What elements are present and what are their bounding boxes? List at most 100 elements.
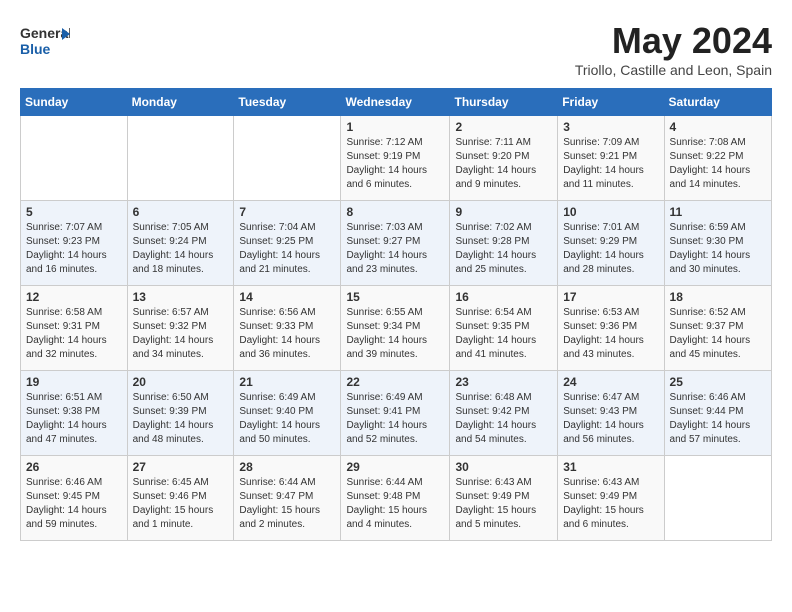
day-of-week-header: Friday (558, 89, 664, 116)
calendar-cell: 19 Sunrise: 6:51 AMSunset: 9:38 PMDayligh… (21, 371, 128, 456)
day-info: Sunrise: 6:44 AMSunset: 9:47 PMDaylight:… (239, 476, 335, 532)
day-info: Sunrise: 7:12 AMSunset: 9:19 PMDaylight:… (346, 136, 444, 192)
day-number: 27 (133, 460, 229, 474)
day-info: Sunrise: 7:11 AMSunset: 9:20 PMDaylight:… (455, 136, 552, 192)
calendar-cell: 21 Sunrise: 6:49 AMSunset: 9:40 PMDayligh… (234, 371, 341, 456)
calendar-cell (21, 116, 128, 201)
calendar-cell: 26 Sunrise: 6:46 AMSunset: 9:45 PMDayligh… (21, 456, 128, 541)
calendar-cell: 9Sunrise: 7:02 AMSunset: 9:28 PMDaylight… (450, 201, 558, 286)
day-number: 22 (346, 375, 444, 389)
day-info: Sunrise: 6:49 AMSunset: 9:41 PMDaylight:… (346, 391, 444, 447)
day-number: 1 (346, 120, 444, 134)
day-number: 16 (455, 290, 552, 304)
day-number: 13 (133, 290, 229, 304)
day-info: Sunrise: 6:55 AMSunset: 9:34 PMDaylight:… (346, 306, 444, 362)
logo: General Blue (20, 20, 70, 65)
calendar-cell: 10 Sunrise: 7:01 AMSunset: 9:29 PMDayligh… (558, 201, 664, 286)
calendar-cell: 2Sunrise: 7:11 AMSunset: 9:20 PMDaylight… (450, 116, 558, 201)
day-number: 20 (133, 375, 229, 389)
calendar-table: SundayMondayTuesdayWednesdayThursdayFrid… (20, 88, 772, 541)
day-number: 8 (346, 205, 444, 219)
day-info: Sunrise: 6:47 AMSunset: 9:43 PMDaylight:… (563, 391, 658, 447)
day-number: 24 (563, 375, 658, 389)
day-number: 23 (455, 375, 552, 389)
calendar-cell: 11Sunrise: 6:59 AMSunset: 9:30 PMDayligh… (664, 201, 771, 286)
calendar-week-row: 5Sunrise: 7:07 AMSunset: 9:23 PMDaylight… (21, 201, 772, 286)
day-number: 11 (670, 205, 766, 219)
day-number: 10 (563, 205, 658, 219)
calendar-cell: 30 Sunrise: 6:43 AMSunset: 9:49 PMDayligh… (450, 456, 558, 541)
calendar-cell: 13 Sunrise: 6:57 AMSunset: 9:32 PMDayligh… (127, 286, 234, 371)
day-number: 31 (563, 460, 658, 474)
calendar-cell (664, 456, 771, 541)
day-of-week-header: Tuesday (234, 89, 341, 116)
calendar-cell: 28 Sunrise: 6:44 AMSunset: 9:47 PMDayligh… (234, 456, 341, 541)
day-number: 12 (26, 290, 122, 304)
title-area: May 2024 Triollo, Castille and Leon, Spa… (575, 20, 772, 78)
day-info: Sunrise: 7:03 AMSunset: 9:27 PMDaylight:… (346, 221, 444, 277)
day-info: Sunrise: 7:07 AMSunset: 9:23 PMDaylight:… (26, 221, 122, 277)
month-year-title: May 2024 (575, 20, 772, 62)
day-info: Sunrise: 6:51 AMSunset: 9:38 PMDaylight:… (26, 391, 122, 447)
calendar-week-row: 19 Sunrise: 6:51 AMSunset: 9:38 PMDayligh… (21, 371, 772, 456)
calendar-cell: 14 Sunrise: 6:56 AMSunset: 9:33 PMDayligh… (234, 286, 341, 371)
day-info: Sunrise: 6:54 AMSunset: 9:35 PMDaylight:… (455, 306, 552, 362)
day-of-week-header: Wednesday (341, 89, 450, 116)
day-number: 4 (670, 120, 766, 134)
day-number: 30 (455, 460, 552, 474)
calendar-cell: 23 Sunrise: 6:48 AMSunset: 9:42 PMDayligh… (450, 371, 558, 456)
calendar-cell: 15 Sunrise: 6:55 AMSunset: 9:34 PMDayligh… (341, 286, 450, 371)
day-number: 14 (239, 290, 335, 304)
day-info: Sunrise: 6:50 AMSunset: 9:39 PMDaylight:… (133, 391, 229, 447)
day-info: Sunrise: 6:57 AMSunset: 9:32 PMDaylight:… (133, 306, 229, 362)
calendar-cell: 24 Sunrise: 6:47 AMSunset: 9:43 PMDayligh… (558, 371, 664, 456)
calendar-cell: 8 Sunrise: 7:03 AMSunset: 9:27 PMDaylight… (341, 201, 450, 286)
day-number: 17 (563, 290, 658, 304)
calendar-cell: 18Sunrise: 6:52 AMSunset: 9:37 PMDayligh… (664, 286, 771, 371)
day-number: 28 (239, 460, 335, 474)
day-info: Sunrise: 6:46 AMSunset: 9:45 PMDaylight:… (26, 476, 122, 532)
location-subtitle: Triollo, Castille and Leon, Spain (575, 62, 772, 78)
day-number: 7 (239, 205, 335, 219)
day-number: 19 (26, 375, 122, 389)
calendar-cell: 4 Sunrise: 7:08 AMSunset: 9:22 PMDaylight… (664, 116, 771, 201)
day-info: Sunrise: 7:04 AMSunset: 9:25 PMDaylight:… (239, 221, 335, 277)
day-info: Sunrise: 6:56 AMSunset: 9:33 PMDaylight:… (239, 306, 335, 362)
day-info: Sunrise: 7:02 AMSunset: 9:28 PMDaylight:… (455, 221, 552, 277)
calendar-cell: 31 Sunrise: 6:43 AMSunset: 9:49 PMDayligh… (558, 456, 664, 541)
day-info: Sunrise: 7:01 AMSunset: 9:29 PMDaylight:… (563, 221, 658, 277)
day-info: Sunrise: 6:49 AMSunset: 9:40 PMDaylight:… (239, 391, 335, 447)
day-of-week-header: Saturday (664, 89, 771, 116)
day-info: Sunrise: 6:43 AMSunset: 9:49 PMDaylight:… (563, 476, 658, 532)
day-info: Sunrise: 7:09 AMSunset: 9:21 PMDaylight:… (563, 136, 658, 192)
calendar-week-row: 1 Sunrise: 7:12 AMSunset: 9:19 PMDaylight… (21, 116, 772, 201)
calendar-cell: 7 Sunrise: 7:04 AMSunset: 9:25 PMDaylight… (234, 201, 341, 286)
day-info: Sunrise: 6:53 AMSunset: 9:36 PMDaylight:… (563, 306, 658, 362)
calendar-cell: 27 Sunrise: 6:45 AMSunset: 9:46 PMDayligh… (127, 456, 234, 541)
day-info: Sunrise: 7:05 AMSunset: 9:24 PMDaylight:… (133, 221, 229, 277)
calendar-cell: 17 Sunrise: 6:53 AMSunset: 9:36 PMDayligh… (558, 286, 664, 371)
day-info: Sunrise: 6:45 AMSunset: 9:46 PMDaylight:… (133, 476, 229, 532)
calendar-week-row: 26 Sunrise: 6:46 AMSunset: 9:45 PMDayligh… (21, 456, 772, 541)
day-number: 21 (239, 375, 335, 389)
day-of-week-header: Monday (127, 89, 234, 116)
calendar-week-row: 12Sunrise: 6:58 AMSunset: 9:31 PMDayligh… (21, 286, 772, 371)
calendar-cell: 5Sunrise: 7:07 AMSunset: 9:23 PMDaylight… (21, 201, 128, 286)
calendar-cell (127, 116, 234, 201)
day-info: Sunrise: 6:48 AMSunset: 9:42 PMDaylight:… (455, 391, 552, 447)
day-number: 6 (133, 205, 229, 219)
day-number: 26 (26, 460, 122, 474)
calendar-cell: 1 Sunrise: 7:12 AMSunset: 9:19 PMDaylight… (341, 116, 450, 201)
svg-text:Blue: Blue (20, 41, 51, 57)
day-info: Sunrise: 6:43 AMSunset: 9:49 PMDaylight:… (455, 476, 552, 532)
calendar-cell: 6 Sunrise: 7:05 AMSunset: 9:24 PMDaylight… (127, 201, 234, 286)
day-info: Sunrise: 7:08 AMSunset: 9:22 PMDaylight:… (670, 136, 766, 192)
day-number: 18 (670, 290, 766, 304)
day-number: 15 (346, 290, 444, 304)
logo-image: General Blue (20, 20, 70, 65)
calendar-header-row: SundayMondayTuesdayWednesdayThursdayFrid… (21, 89, 772, 116)
day-number: 3 (563, 120, 658, 134)
calendar-cell: 29Sunrise: 6:44 AMSunset: 9:48 PMDayligh… (341, 456, 450, 541)
calendar-cell: 20 Sunrise: 6:50 AMSunset: 9:39 PMDayligh… (127, 371, 234, 456)
calendar-cell: 25Sunrise: 6:46 AMSunset: 9:44 PMDayligh… (664, 371, 771, 456)
